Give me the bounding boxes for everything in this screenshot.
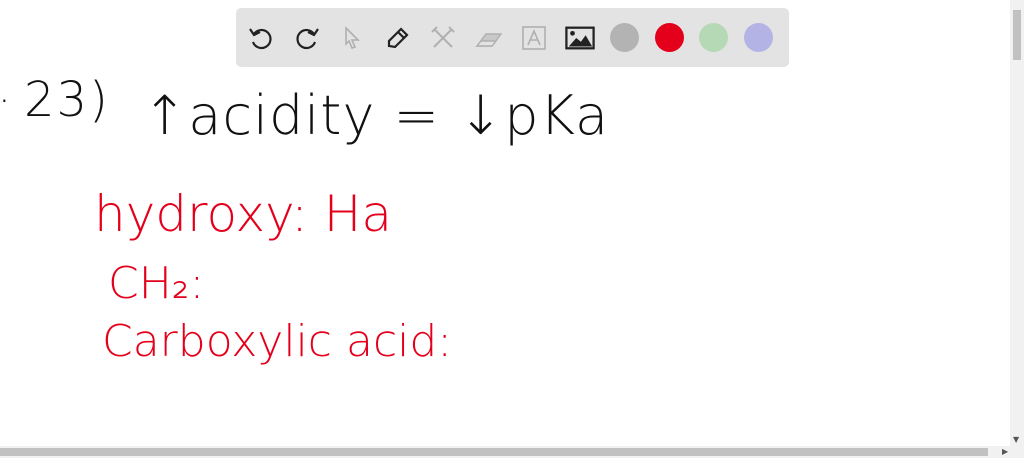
pen-icon xyxy=(387,26,409,48)
color-green-swatch[interactable] xyxy=(699,23,728,52)
vertical-scroll-thumb[interactable] xyxy=(1013,10,1021,60)
select-button[interactable] xyxy=(337,23,367,53)
drawing-toolbar xyxy=(236,8,789,67)
select-icon xyxy=(345,25,360,49)
carboxylic-acid-line: Carboxylic acid: xyxy=(102,316,453,367)
undo-icon xyxy=(249,27,272,49)
eraser-icon xyxy=(475,32,502,47)
image-icon xyxy=(564,26,595,49)
text-button[interactable] xyxy=(519,23,549,53)
color-gray-swatch[interactable] xyxy=(610,23,639,52)
vertical-scrollbar[interactable]: ▼ xyxy=(1010,0,1024,446)
redo-icon xyxy=(295,27,319,49)
undo-button[interactable] xyxy=(246,23,276,53)
problem-number: 23) xyxy=(24,72,110,128)
tools-icon xyxy=(431,25,455,48)
redo-button[interactable] xyxy=(292,23,322,53)
horizontal-scrollbar[interactable]: ▶ xyxy=(0,446,1024,458)
acidity-pka-heading: ↑acidity = ↓pKa xyxy=(142,84,610,147)
tools-button[interactable] xyxy=(428,23,458,53)
color-red-swatch[interactable] xyxy=(654,23,684,52)
color-purple-swatch[interactable] xyxy=(743,23,773,52)
eraser-button[interactable] xyxy=(474,23,504,53)
ch2-line: CH₂: xyxy=(108,258,205,309)
scroll-down-arrow-icon[interactable]: ▼ xyxy=(1013,435,1019,444)
horizontal-scroll-thumb[interactable] xyxy=(0,448,988,456)
text-icon xyxy=(522,25,546,50)
hydroxy-line: hydroxy: Ha xyxy=(94,185,393,243)
stray-dot: . xyxy=(0,66,11,112)
scroll-right-arrow-icon[interactable]: ▶ xyxy=(1002,447,1008,456)
image-button[interactable] xyxy=(564,23,595,53)
pen-button[interactable] xyxy=(383,23,413,53)
